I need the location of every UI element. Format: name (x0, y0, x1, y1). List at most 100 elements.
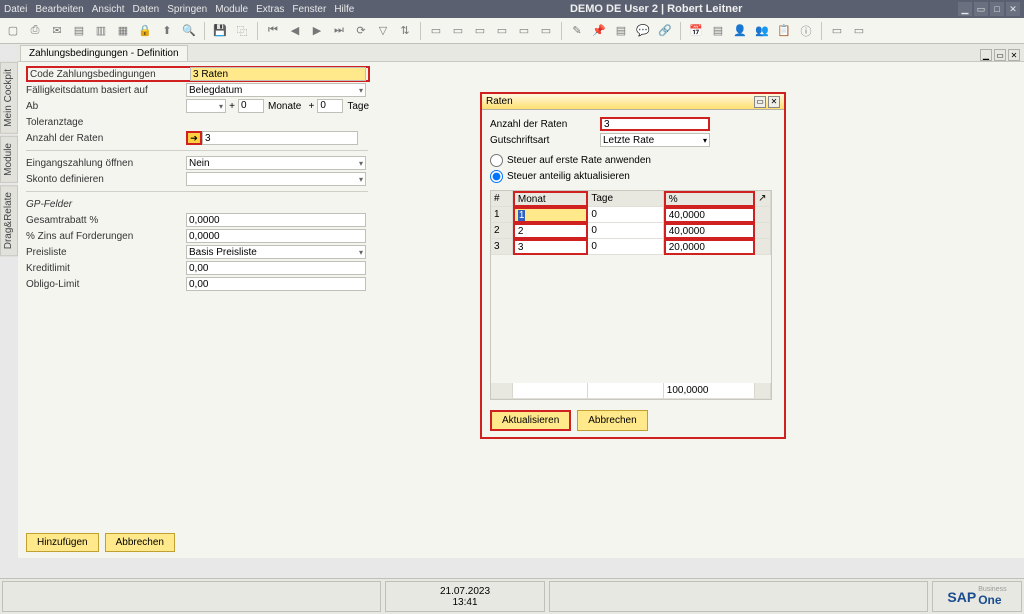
tb-last-icon[interactable]: ⏭ (330, 22, 348, 40)
code-input[interactable]: 3 Raten (190, 67, 366, 81)
pricelist-select[interactable]: Basis Preisliste (186, 245, 366, 259)
menu-bearbeiten[interactable]: Bearbeiten (35, 4, 83, 15)
tb-word-icon[interactable]: ▥ (92, 22, 110, 40)
tb-chat-icon[interactable]: 💬 (634, 22, 652, 40)
tb-excel-icon[interactable]: ▤ (70, 22, 88, 40)
tb-help-icon[interactable]: ⓘ (797, 22, 815, 40)
grid-head-pct[interactable]: % (664, 191, 755, 207)
app-min-icon[interactable]: ▁ (958, 2, 972, 16)
tb-edit-icon[interactable]: ✎ (568, 22, 586, 40)
tb-doc4-icon[interactable]: ▭ (493, 22, 511, 40)
add-button[interactable]: Hinzufügen (26, 533, 99, 552)
tb-doc1-icon[interactable]: ▭ (427, 22, 445, 40)
tb-save-icon[interactable]: 💾 (211, 22, 229, 40)
popup-cancel-button[interactable]: Abbrechen (577, 410, 647, 431)
tb-doc2-icon[interactable]: ▭ (449, 22, 467, 40)
obligo-input[interactable]: 0,00 (186, 277, 366, 291)
main-form: Code Zahlungsbedingungen 3 Raten Fälligk… (18, 62, 1024, 558)
cancel-button[interactable]: Abbrechen (105, 533, 175, 552)
menu-extras[interactable]: Extras (256, 4, 284, 15)
tb-doc6-icon[interactable]: ▭ (537, 22, 555, 40)
tb-doc3-icon[interactable]: ▭ (471, 22, 489, 40)
tb-sort-icon[interactable]: ⇅ (396, 22, 414, 40)
popup-credit-type-select[interactable]: Letzte Rate (600, 133, 710, 147)
grid-cell-pct[interactable]: 40,0000 (664, 207, 755, 223)
tb-filter-icon[interactable]: ▽ (374, 22, 392, 40)
side-tab-module[interactable]: Module (0, 136, 18, 183)
app-restore-icon[interactable]: ▭ (974, 2, 988, 16)
grid-cell-monat[interactable]: 3 (513, 239, 588, 255)
doc-min-icon[interactable]: ▁ (980, 49, 992, 61)
side-tab-cockpit[interactable]: Mein Cockpit (0, 62, 18, 134)
menu-fenster[interactable]: Fenster (292, 4, 326, 15)
app-close-icon[interactable]: ✕ (1006, 2, 1020, 16)
from-select[interactable] (186, 99, 226, 113)
from-months-input[interactable]: 0 (238, 99, 264, 113)
rates-link-icon[interactable]: ➔ (186, 131, 202, 145)
radio-first-rate[interactable] (490, 154, 503, 167)
tb-refresh-icon[interactable]: ⟳ (352, 22, 370, 40)
tb-mail-icon[interactable]: ✉ (48, 22, 66, 40)
tb-msg-icon[interactable]: ▤ (709, 22, 727, 40)
menu-daten[interactable]: Daten (133, 4, 160, 15)
tb-up-icon[interactable]: ⬆ (158, 22, 176, 40)
doc-tab[interactable]: Zahlungsbedingungen - Definition (20, 45, 188, 61)
grid-cell-tage[interactable]: 0 (588, 207, 663, 223)
tb-lock-icon[interactable]: 🔒 (136, 22, 154, 40)
grid-cell-monat[interactable]: 1 (513, 207, 588, 223)
tb-link-icon[interactable]: 🔗 (656, 22, 674, 40)
grid-cell-pct[interactable]: 20,0000 (664, 239, 755, 255)
tb-form-icon[interactable]: ▤ (612, 22, 630, 40)
grid-cell-pct[interactable]: 40,0000 (664, 223, 755, 239)
grid-cell-tage[interactable]: 0 (588, 239, 663, 255)
tb-user2-icon[interactable]: 👥 (753, 22, 771, 40)
menu-ansicht[interactable]: Ansicht (92, 4, 125, 15)
grid-cell-tage[interactable]: 0 (588, 223, 663, 239)
popup-restore-icon[interactable]: ▭ (754, 96, 766, 108)
tb-pdf-icon[interactable]: ▦ (114, 22, 132, 40)
grid-expand-icon[interactable]: ↗ (755, 191, 771, 207)
tb-clip-icon[interactable]: 📋 (775, 22, 793, 40)
popup-rates-input[interactable]: 3 (600, 117, 710, 131)
tb-win2-icon[interactable]: ▭ (850, 22, 868, 40)
tb-cal-icon[interactable]: 📅 (687, 22, 705, 40)
tb-win1-icon[interactable]: ▭ (828, 22, 846, 40)
popup-close-icon[interactable]: ✕ (768, 96, 780, 108)
statusbar: 21.07.2023 13:41 SAP Business One (0, 578, 1024, 614)
tb-copy-icon[interactable]: ⿻ (233, 22, 251, 40)
side-tab-dragrelate[interactable]: Drag&Relate (0, 185, 18, 256)
doc-restore-icon[interactable]: ▭ (994, 49, 1006, 61)
doc-close-icon[interactable]: ✕ (1008, 49, 1020, 61)
app-max-icon[interactable]: □ (990, 2, 1004, 16)
discount-input[interactable]: 0,0000 (186, 213, 366, 227)
skonto-select[interactable] (186, 172, 366, 186)
due-basis-label: Fälligkeitsdatum basiert auf (26, 85, 186, 96)
tb-pin-icon[interactable]: 📌 (590, 22, 608, 40)
tb-first-icon[interactable]: ⏮ (264, 22, 282, 40)
gp-header: GP-Felder (26, 199, 186, 210)
from-days-input[interactable]: 0 (317, 99, 343, 113)
incoming-select[interactable]: Nein (186, 156, 366, 170)
grid-head-monat[interactable]: Monat (513, 191, 588, 207)
tb-doc5-icon[interactable]: ▭ (515, 22, 533, 40)
popup-rates-label: Anzahl der Raten (490, 119, 600, 130)
credit-input[interactable]: 0,00 (186, 261, 366, 275)
status-date: 21.07.2023 (440, 586, 490, 597)
radio-proportional[interactable] (490, 170, 503, 183)
menu-springen[interactable]: Springen (167, 4, 207, 15)
tb-find-icon[interactable]: 🔍 (180, 22, 198, 40)
interest-input[interactable]: 0,0000 (186, 229, 366, 243)
status-date-time: 21.07.2023 13:41 (385, 581, 545, 612)
tb-user1-icon[interactable]: 👤 (731, 22, 749, 40)
tb-print-icon[interactable]: ⎙ (26, 22, 44, 40)
grid-cell-monat[interactable]: 2 (513, 223, 588, 239)
menu-module[interactable]: Module (215, 4, 248, 15)
menu-hilfe[interactable]: Hilfe (334, 4, 354, 15)
menu-datei[interactable]: Datei (4, 4, 27, 15)
due-basis-select[interactable]: Belegdatum (186, 83, 366, 97)
tb-new-icon[interactable]: ▢ (4, 22, 22, 40)
popup-update-button[interactable]: Aktualisieren (490, 410, 571, 431)
tb-prev-icon[interactable]: ◀ (286, 22, 304, 40)
grid-head-tage[interactable]: Tage (588, 191, 663, 207)
tb-next-icon[interactable]: ▶ (308, 22, 326, 40)
